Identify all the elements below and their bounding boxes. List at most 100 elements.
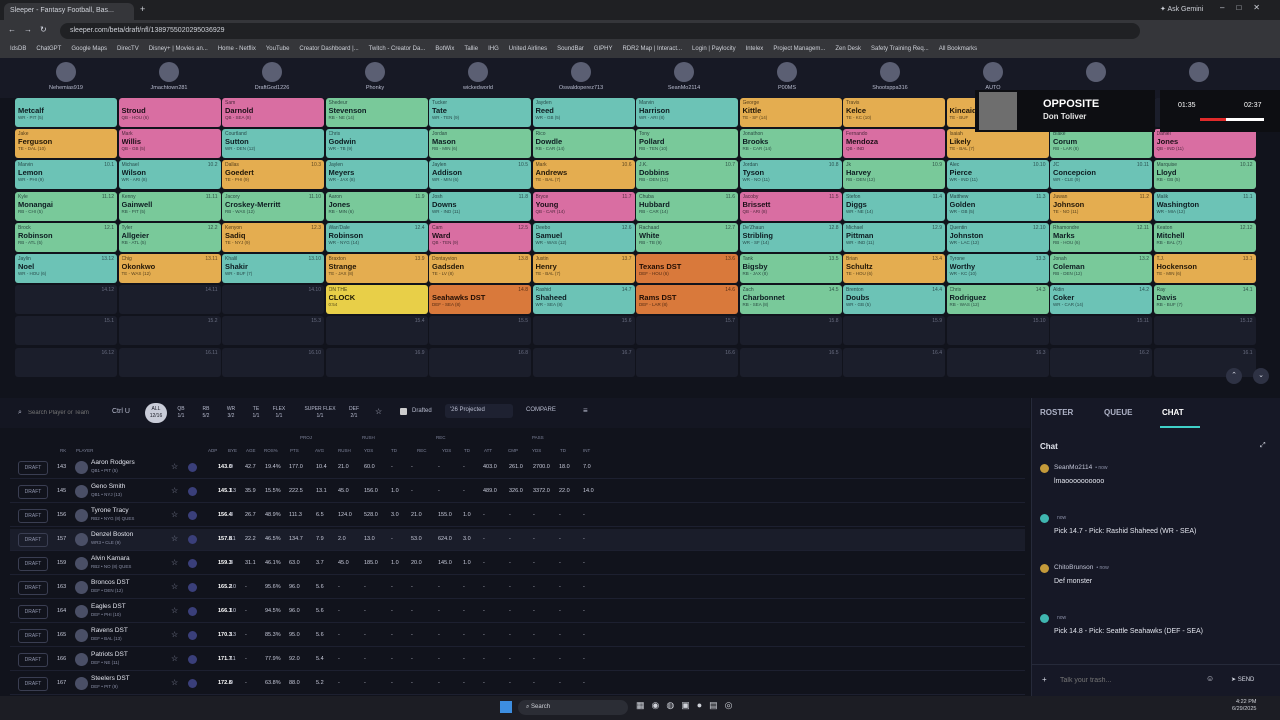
draft-button[interactable]: DRAFT [18,557,48,571]
pick-cell[interactable]: Travis Kelce TE - KC (10) [843,98,945,127]
pick-cell[interactable]: Alec Pierce WR - IND (11) 10.10 [946,160,1049,190]
filter-te[interactable]: TE 1/1 [247,403,265,423]
pick-cell[interactable]: Marquise Lloyd RB - GB (5) 10.12 [1153,160,1256,190]
pick-cell[interactable]: Marvin Lemon WR - PHI (9) 10.1 [15,160,117,190]
pick-cell[interactable]: Tank Bigsby RB - JAX (8) 13.5 [739,254,842,283]
pick-cell[interactable]: Kyle Monangai RB - CHI (5) 11.12 [15,191,117,221]
bookmark-item[interactable]: Safety Training Req... [871,46,929,52]
queue-icon[interactable] [188,583,197,592]
queue-icon[interactable] [188,559,197,568]
player-name[interactable]: Broncos DST [91,579,130,586]
empty-pick-slot[interactable]: 15.5 [429,316,531,346]
add-icon[interactable]: + [1042,675,1047,684]
tab-roster[interactable]: ROSTER [1040,408,1073,417]
pick-cell[interactable]: Shedeur Stevenson RB - NE (14) [325,98,428,127]
pick-cell[interactable]: J.K. Dobbins RB - DEN (12) 10.7 [636,160,738,190]
empty-pick-slot[interactable]: 15.10 [946,316,1049,346]
pick-cell[interactable]: Courtland Sutton WR - DEN (12) [222,129,324,159]
star-icon[interactable]: ☆ [171,462,178,471]
pick-cell[interactable]: Chris Godwin WR - TB (9) [325,129,428,159]
pick-cell[interactable]: Jordan Mason RB - MIN (6) [429,129,531,159]
pick-cell[interactable]: Aaron Jones RB - MIN (6) 11.9 [325,191,428,221]
pick-cell[interactable]: Chig Okonkwo TE - WAS (12) 13.11 [118,254,221,283]
pick-cell[interactable]: Stroud QB - HOU (6) [118,98,221,127]
tab-queue[interactable]: QUEUE [1104,408,1132,417]
draft-button[interactable]: DRAFT [18,461,48,475]
empty-pick-slot[interactable]: 16.3 [946,347,1049,377]
pick-cell[interactable]: Josh Downs WR - IND (11) 11.8 [429,191,531,221]
star-icon[interactable]: ☆ [171,558,178,567]
pick-cell[interactable]: Jake Ferguson TE - DAL (10) [15,129,117,159]
queue-icon[interactable] [188,607,197,616]
pick-cell[interactable]: Jonah Coleman RB - DEN (12) 13.2 [1050,254,1152,283]
filter-flex[interactable]: FLEX 1/1 [270,403,288,423]
expand-icon[interactable]: ⤢ [1260,442,1266,450]
empty-pick-slot[interactable]: 15.4 [325,316,428,346]
pick-cell[interactable]: Jonathon Brooks RB - CAR (14) [739,129,842,159]
bookmark-item[interactable]: Project Managem... [773,46,825,52]
pick-cell[interactable]: Ray Davis RB - BUF (7) 14.1 [1153,285,1256,315]
pick-cell[interactable]: Wan'Dale Robinson WR - NYG (14) 12.4 [325,222,428,252]
pick-cell[interactable]: Marvin Harrison WR - ARI (8) [636,98,738,127]
player-search-input[interactable] [28,407,108,419]
pick-cell[interactable]: Stefon Diggs WR - NE (14) 11.4 [843,191,945,221]
empty-pick-slot[interactable]: 16.5 [739,347,842,377]
scroll-up-button[interactable]: ⌃ [1226,368,1242,384]
pick-cell[interactable]: Quentin Johnston WR - LAC (12) 12.10 [946,222,1049,252]
bookmark-item[interactable]: SoundBar [557,46,584,52]
bookmark-item[interactable]: All Bookmarks [939,46,977,52]
empty-pick-slot[interactable]: 14.12 [15,285,117,315]
empty-pick-slot[interactable]: 16.6 [636,347,738,377]
pick-cell[interactable]: Rhamondre Marks RB - HOU (6) 12.11 [1050,222,1152,252]
star-icon[interactable]: ☆ [171,510,178,519]
window-controls[interactable]: –□✕ [1220,3,1272,12]
bookmark-item[interactable]: GIPHY [594,46,613,52]
pick-cell[interactable]: Juwan Johnson TE - NO (11) 11.2 [1050,191,1152,221]
player-name[interactable]: Steelers DST [91,675,130,682]
filter-all[interactable]: ALL 12/16 [145,403,167,423]
empty-pick-slot[interactable]: 14.10 [222,285,324,315]
empty-pick-slot[interactable]: 16.4 [843,347,945,377]
bookmark-item[interactable]: RDR2 Map | Interact... [622,46,682,52]
pick-cell[interactable]: Fernando Mendoza QB - IND [843,129,945,159]
bookmark-item[interactable]: Twitch - Creator Da... [369,46,426,52]
gemini-button[interactable]: ✦ Ask Gemini [1160,5,1203,13]
drafted-checkbox[interactable] [400,408,407,415]
on-the-clock-slot[interactable]: ON THE CLOCK 0:54 [325,285,428,315]
empty-pick-slot[interactable]: 15.12 [1153,316,1256,346]
taskbar-app-icons[interactable]: ▦◉◍▣●▤◎ [636,700,740,711]
pick-cell[interactable]: Texans DST DEF - HOU (6) 13.6 [636,254,738,283]
pick-cell[interactable]: Isaiah Likely TE - BAL (7) [946,129,1049,159]
pick-cell[interactable]: Rico Dowdle RB - CAR (14) [532,129,635,159]
player-name[interactable]: Alvin Kamara [91,555,130,562]
pick-cell[interactable]: Michael Wilson WR - ARI (8) 10.2 [118,160,221,190]
star-icon[interactable]: ☆ [171,582,178,591]
pick-cell[interactable]: Rams DST DEF - LAR (8) 14.6 [636,285,738,315]
pick-cell[interactable]: Dallas Goedert TE - PHI (9) 10.3 [222,160,324,190]
pick-cell[interactable]: Justin Henry TE - BAL (7) 13.7 [532,254,635,283]
pick-cell[interactable]: Kenny Gainwell RB - PIT (5) 11.11 [118,191,221,221]
pick-cell[interactable]: JC Concepcion WR - CLE (9) 10.11 [1050,160,1152,190]
pick-cell[interactable]: Mark Andrews TE - BAL (7) 10.6 [532,160,635,190]
pick-cell[interactable]: Mark Willis QB - GB (5) [118,129,221,159]
pick-cell[interactable]: Daniel Jones QB - IND (11) [1153,129,1256,159]
bookmark-item[interactable]: Google Maps [71,46,107,52]
bookmark-item[interactable]: Login | Paylocity [692,46,736,52]
draft-button[interactable]: DRAFT [18,533,48,547]
pick-cell[interactable]: Jaylin Noel WR - HOU (6) 13.12 [15,254,117,283]
pick-cell[interactable]: Jacory Croskey-Merritt RB - WAS (12) 11.10 [222,191,324,221]
player-name[interactable]: Tyrone Tracy [91,507,129,514]
compare-button[interactable]: COMPARE [522,404,570,418]
star-icon[interactable]: ☆ [171,630,178,639]
pick-cell[interactable]: Tyler Allgeier RB - ATL (5) 12.2 [118,222,221,252]
pick-cell[interactable]: Jaylen Meyers WR - JAX (8) [325,160,428,190]
bookmark-item[interactable]: Intelex [746,46,764,52]
queue-icon[interactable] [188,487,197,496]
pick-cell[interactable]: Brock Robinson RB - ATL (5) 12.1 [15,222,117,252]
queue-icon[interactable] [188,679,197,688]
filter-settings-icon[interactable]: ≡ [583,406,588,415]
filter-rb[interactable]: RB 5/2 [197,403,215,423]
empty-pick-slot[interactable]: 15.9 [843,316,945,346]
empty-pick-slot[interactable]: 15.6 [532,316,635,346]
empty-pick-slot[interactable]: 15.2 [118,316,221,346]
